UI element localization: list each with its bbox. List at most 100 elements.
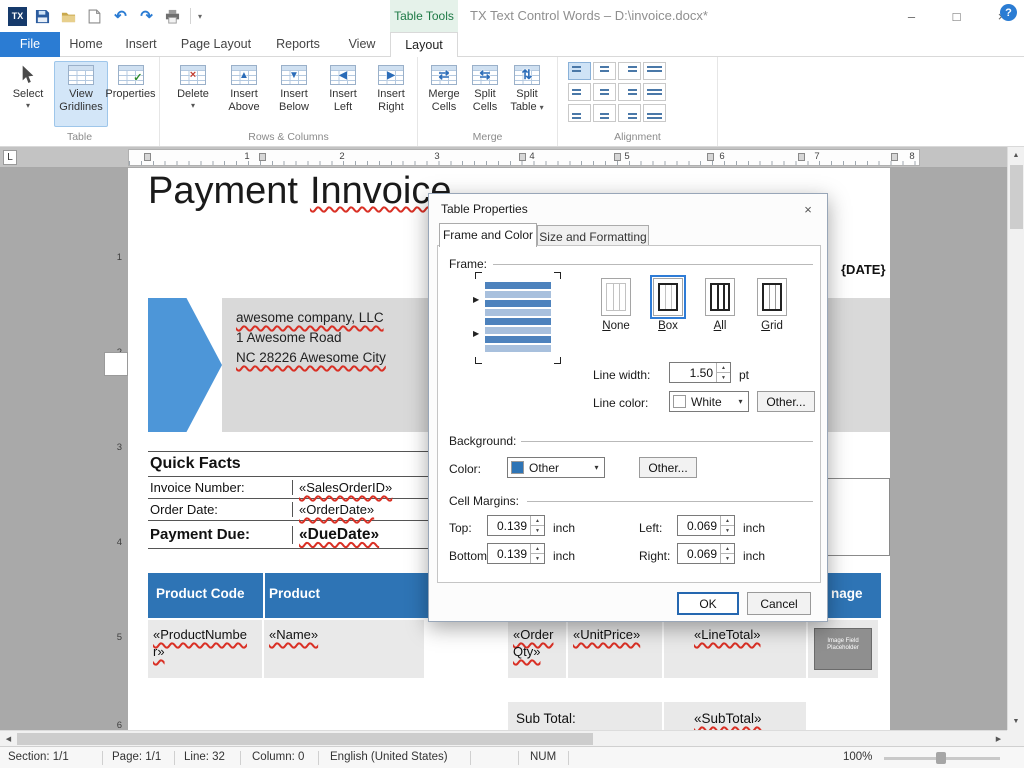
maximize-button[interactable]: □ bbox=[934, 0, 979, 32]
align-middle-justify-button[interactable] bbox=[643, 83, 666, 101]
status-section[interactable]: Section: 1/1 bbox=[8, 751, 69, 763]
scroll-left-icon[interactable]: ◀ bbox=[0, 731, 17, 747]
margin-right-spinner[interactable]: ▲▼ bbox=[677, 543, 735, 564]
frame-option-box[interactable]: Box bbox=[645, 278, 691, 332]
vertical-scroll-thumb[interactable] bbox=[1010, 165, 1023, 229]
align-bottom-right-button[interactable] bbox=[618, 104, 641, 122]
minimize-button[interactable]: – bbox=[889, 0, 934, 32]
frame-option-grid[interactable]: Grid bbox=[749, 278, 795, 332]
align-bottom-left-button[interactable] bbox=[568, 104, 591, 122]
ruler-indent-marker[interactable] bbox=[144, 153, 151, 161]
spinner-buttons[interactable]: ▲▼ bbox=[530, 516, 544, 535]
group-label-rows-columns: Rows & Columns bbox=[160, 131, 417, 143]
zoom-slider-thumb[interactable] bbox=[936, 752, 946, 764]
line-width-spinner[interactable]: ▲▼ bbox=[669, 362, 731, 383]
select-button[interactable]: Select ▾ bbox=[6, 61, 50, 127]
save-button[interactable] bbox=[32, 6, 53, 27]
new-document-button[interactable] bbox=[84, 6, 105, 27]
line-width-input[interactable] bbox=[670, 363, 716, 382]
customize-toolbar-caret-icon[interactable]: ▾ bbox=[198, 12, 202, 21]
status-page[interactable]: Page: 1/1 bbox=[112, 751, 161, 763]
margin-left-input[interactable] bbox=[678, 516, 720, 535]
background-color-dropdown[interactable]: Other ▾ bbox=[507, 457, 605, 478]
tab-file[interactable]: File bbox=[0, 32, 60, 57]
ruler-column-marker[interactable] bbox=[259, 153, 266, 161]
delete-button[interactable]: × Delete ▾ bbox=[170, 61, 216, 127]
help-button[interactable]: ? bbox=[1000, 4, 1017, 21]
insert-below-button[interactable]: ▼ Insert Below bbox=[270, 61, 318, 127]
zoom-percent[interactable]: 100% bbox=[843, 751, 872, 763]
open-button[interactable] bbox=[58, 6, 79, 27]
insert-left-button[interactable]: ◀ Insert Left bbox=[320, 61, 366, 127]
status-separator bbox=[518, 751, 519, 765]
margin-top-input[interactable] bbox=[488, 516, 530, 535]
margin-left-spinner[interactable]: ▲▼ bbox=[677, 515, 735, 536]
status-column[interactable]: Column: 0 bbox=[252, 751, 304, 763]
horizontal-ruler bbox=[0, 147, 1007, 168]
align-top-left-button[interactable] bbox=[568, 62, 591, 80]
align-bottom-justify-button[interactable] bbox=[643, 104, 666, 122]
tab-reports[interactable]: Reports bbox=[262, 32, 334, 57]
merge-cells-button[interactable]: ⇄ Merge Cells bbox=[424, 61, 464, 127]
tab-home[interactable]: Home bbox=[60, 32, 112, 57]
frame-option-all[interactable]: All bbox=[697, 278, 743, 332]
undo-button[interactable]: ↶ bbox=[110, 6, 131, 27]
ruler-column-marker[interactable] bbox=[519, 153, 526, 161]
insert-right-button[interactable]: ▶ Insert Right bbox=[368, 61, 414, 127]
vertical-ruler-row-marker[interactable] bbox=[104, 352, 128, 376]
vertical-scrollbar[interactable]: ▲ ▼ bbox=[1007, 147, 1024, 730]
frame-option-none[interactable]: None bbox=[593, 278, 639, 332]
align-top-center-button[interactable] bbox=[593, 62, 616, 80]
align-bottom-center-button[interactable] bbox=[593, 104, 616, 122]
ruler-column-marker[interactable] bbox=[798, 153, 805, 161]
spinner-buttons[interactable]: ▲▼ bbox=[530, 544, 544, 563]
scroll-up-icon[interactable]: ▲ bbox=[1008, 147, 1024, 164]
ruler-column-marker[interactable] bbox=[614, 153, 621, 161]
dropdown-caret-icon: ▾ bbox=[26, 101, 30, 110]
align-middle-right-button[interactable] bbox=[618, 83, 641, 101]
margin-bottom-spinner[interactable]: ▲▼ bbox=[487, 543, 545, 564]
spinner-buttons[interactable]: ▲▼ bbox=[716, 363, 730, 382]
background-other-button[interactable]: Other... bbox=[639, 457, 697, 478]
margin-top-spinner[interactable]: ▲▼ bbox=[487, 515, 545, 536]
align-middle-left-button[interactable] bbox=[568, 83, 591, 101]
tab-insert[interactable]: Insert bbox=[112, 32, 170, 57]
print-button[interactable] bbox=[162, 6, 183, 27]
split-table-button[interactable]: ⇅ Split Table ▾ bbox=[506, 61, 548, 127]
properties-button[interactable]: ✓ Properties bbox=[103, 61, 158, 127]
view-gridlines-button[interactable]: View Gridlines bbox=[54, 61, 108, 127]
split-cells-button[interactable]: ⇆ Split Cells bbox=[466, 61, 504, 127]
line-color-dropdown[interactable]: White ▾ bbox=[669, 391, 749, 412]
spin-up-icon: ▲ bbox=[721, 544, 734, 554]
horizontal-scrollbar[interactable]: ◀ ▶ bbox=[0, 730, 1007, 746]
tab-size-and-formatting[interactable]: Size and Formatting bbox=[537, 225, 649, 246]
tab-page-layout[interactable]: Page Layout bbox=[170, 32, 262, 57]
ruler-column-marker[interactable] bbox=[707, 153, 714, 161]
ruler-column-marker[interactable] bbox=[891, 153, 898, 161]
tab-view[interactable]: View bbox=[334, 32, 390, 57]
align-middle-center-button[interactable] bbox=[593, 83, 616, 101]
status-line[interactable]: Line: 32 bbox=[184, 751, 225, 763]
dialog-close-button[interactable]: × bbox=[793, 198, 823, 220]
tab-layout[interactable]: Layout bbox=[390, 32, 458, 58]
tab-frame-and-color[interactable]: Frame and Color bbox=[439, 223, 537, 247]
spinner-buttons[interactable]: ▲▼ bbox=[720, 516, 734, 535]
status-language[interactable]: English (United States) bbox=[330, 751, 448, 763]
horizontal-scroll-thumb[interactable] bbox=[17, 733, 593, 745]
align-top-justify-button[interactable] bbox=[643, 62, 666, 80]
cancel-button[interactable]: Cancel bbox=[747, 592, 811, 615]
scroll-right-icon[interactable]: ▶ bbox=[990, 731, 1007, 747]
ok-button[interactable]: OK bbox=[677, 592, 739, 615]
scroll-down-icon[interactable]: ▼ bbox=[1008, 713, 1024, 730]
align-top-right-button[interactable] bbox=[618, 62, 641, 80]
status-num-lock[interactable]: NUM bbox=[530, 751, 556, 763]
app-logo-icon[interactable]: TX bbox=[8, 7, 27, 26]
redo-button[interactable]: ↷ bbox=[136, 6, 157, 27]
margin-right-input[interactable] bbox=[678, 544, 720, 563]
line-color-other-button[interactable]: Other... bbox=[757, 391, 815, 412]
margin-bottom-input[interactable] bbox=[488, 544, 530, 563]
insert-above-button[interactable]: ▲ Insert Above bbox=[220, 61, 268, 127]
ruler-number: 1 bbox=[242, 151, 252, 162]
tab-stop-selector[interactable]: L bbox=[3, 150, 17, 165]
spinner-buttons[interactable]: ▲▼ bbox=[720, 544, 734, 563]
